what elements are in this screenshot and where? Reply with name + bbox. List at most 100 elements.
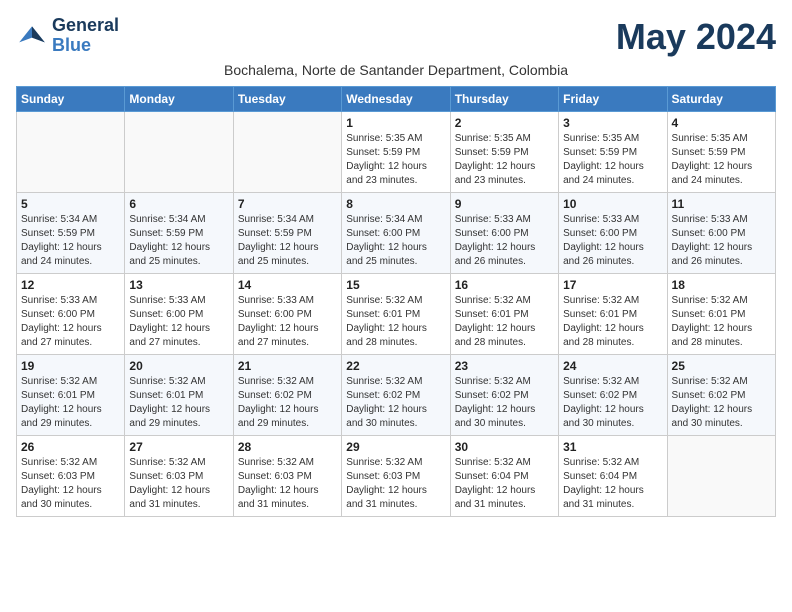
day-info: Sunrise: 5:32 AMSunset: 6:01 PMDaylight:… (455, 294, 554, 350)
day-number: 30 (455, 440, 554, 454)
calendar-week-row: 19 Sunrise: 5:32 AMSunset: 6:01 PMDayligh… (17, 355, 776, 436)
day-number: 6 (129, 197, 228, 211)
day-info: Sunrise: 5:35 AMSunset: 5:59 PMDaylight:… (455, 132, 554, 188)
day-number: 19 (21, 359, 120, 373)
logo: General Blue (16, 16, 119, 56)
day-info: Sunrise: 5:34 AMSunset: 5:59 PMDaylight:… (129, 213, 228, 269)
day-number: 16 (455, 278, 554, 292)
day-info: Sunrise: 5:32 AMSunset: 6:01 PMDaylight:… (346, 294, 445, 350)
table-row: 2 Sunrise: 5:35 AMSunset: 5:59 PMDaylight… (450, 112, 558, 193)
table-row: 11 Sunrise: 5:33 AMSunset: 6:00 PMDayligh… (667, 193, 775, 274)
day-info: Sunrise: 5:33 AMSunset: 6:00 PMDaylight:… (21, 294, 120, 350)
table-row: 19 Sunrise: 5:32 AMSunset: 6:01 PMDayligh… (17, 355, 125, 436)
table-row: 8Sunrise: 5:34 AMSunset: 6:00 PMDaylight… (342, 193, 450, 274)
day-info: Sunrise: 5:32 AMSunset: 6:01 PMDaylight:… (563, 294, 662, 350)
day-info: Sunrise: 5:32 AMSunset: 6:03 PMDaylight:… (238, 456, 337, 512)
day-info: Sunrise: 5:34 AMSunset: 5:59 PMDaylight:… (238, 213, 337, 269)
table-row: 21Sunrise: 5:32 AMSunset: 6:02 PMDayligh… (233, 355, 341, 436)
table-row: 27Sunrise: 5:32 AMSunset: 6:03 PMDayligh… (125, 436, 233, 517)
day-number: 1 (346, 116, 445, 130)
day-number: 31 (563, 440, 662, 454)
table-row: 12 Sunrise: 5:33 AMSunset: 6:00 PMDayligh… (17, 274, 125, 355)
day-info: Sunrise: 5:32 AMSunset: 6:04 PMDaylight:… (455, 456, 554, 512)
table-row: 24Sunrise: 5:32 AMSunset: 6:02 PMDayligh… (559, 355, 667, 436)
table-row: 18 Sunrise: 5:32 AMSunset: 6:01 PMDayligh… (667, 274, 775, 355)
calendar-header-row: Sunday Monday Tuesday Wednesday Thursday… (17, 87, 776, 112)
table-row: 22Sunrise: 5:32 AMSunset: 6:02 PMDayligh… (342, 355, 450, 436)
header-thursday: Thursday (450, 87, 558, 112)
table-row: 25 Sunrise: 5:32 AMSunset: 6:02 PMDayligh… (667, 355, 775, 436)
table-row: 3 Sunrise: 5:35 AMSunset: 5:59 PMDaylight… (559, 112, 667, 193)
day-info: Sunrise: 5:32 AMSunset: 6:01 PMDaylight:… (21, 375, 120, 431)
day-number: 18 (672, 278, 771, 292)
calendar-week-row: 1 Sunrise: 5:35 AMSunset: 5:59 PMDaylight… (17, 112, 776, 193)
day-number: 2 (455, 116, 554, 130)
day-number: 14 (238, 278, 337, 292)
day-number: 3 (563, 116, 662, 130)
table-row: 28Sunrise: 5:32 AMSunset: 6:03 PMDayligh… (233, 436, 341, 517)
table-row (17, 112, 125, 193)
table-row: 9 Sunrise: 5:33 AMSunset: 6:00 PMDaylight… (450, 193, 558, 274)
day-number: 11 (672, 197, 771, 211)
table-row: 30 Sunrise: 5:32 AMSunset: 6:04 PMDayligh… (450, 436, 558, 517)
table-row: 31 Sunrise: 5:32 AMSunset: 6:04 PMDayligh… (559, 436, 667, 517)
day-number: 9 (455, 197, 554, 211)
table-row: 13 Sunrise: 5:33 AMSunset: 6:00 PMDayligh… (125, 274, 233, 355)
day-info: Sunrise: 5:35 AMSunset: 5:59 PMDaylight:… (346, 132, 445, 188)
table-row: 1 Sunrise: 5:35 AMSunset: 5:59 PMDaylight… (342, 112, 450, 193)
day-info: Sunrise: 5:32 AMSunset: 6:03 PMDaylight:… (346, 456, 445, 512)
day-number: 26 (21, 440, 120, 454)
day-info: Sunrise: 5:34 AMSunset: 5:59 PMDaylight:… (21, 213, 120, 269)
table-row: 20Sunrise: 5:32 AMSunset: 6:01 PMDayligh… (125, 355, 233, 436)
day-info: Sunrise: 5:33 AMSunset: 6:00 PMDaylight:… (672, 213, 771, 269)
header-saturday: Saturday (667, 87, 775, 112)
day-info: Sunrise: 5:32 AMSunset: 6:02 PMDaylight:… (346, 375, 445, 431)
day-info: Sunrise: 5:33 AMSunset: 6:00 PMDaylight:… (563, 213, 662, 269)
page-header: General Blue May 2024 (16, 16, 776, 58)
day-info: Sunrise: 5:32 AMSunset: 6:04 PMDaylight:… (563, 456, 662, 512)
header-monday: Monday (125, 87, 233, 112)
month-title: May 2024 (616, 16, 776, 58)
day-info: Sunrise: 5:34 AMSunset: 6:00 PMDaylight:… (346, 213, 445, 269)
day-number: 7 (238, 197, 337, 211)
table-row (233, 112, 341, 193)
table-row: 6 Sunrise: 5:34 AMSunset: 5:59 PMDaylight… (125, 193, 233, 274)
subtitle: Bochalema, Norte de Santander Department… (16, 62, 776, 78)
calendar-table: Sunday Monday Tuesday Wednesday Thursday… (16, 86, 776, 517)
table-row (667, 436, 775, 517)
table-row: 14 Sunrise: 5:33 AMSunset: 6:00 PMDayligh… (233, 274, 341, 355)
day-number: 13 (129, 278, 228, 292)
table-row: 29 Sunrise: 5:32 AMSunset: 6:03 PMDayligh… (342, 436, 450, 517)
day-number: 12 (21, 278, 120, 292)
calendar-week-row: 26 Sunrise: 5:32 AMSunset: 6:03 PMDayligh… (17, 436, 776, 517)
header-tuesday: Tuesday (233, 87, 341, 112)
day-info: Sunrise: 5:32 AMSunset: 6:03 PMDaylight:… (21, 456, 120, 512)
table-row: 16 Sunrise: 5:32 AMSunset: 6:01 PMDayligh… (450, 274, 558, 355)
day-info: Sunrise: 5:35 AMSunset: 5:59 PMDaylight:… (563, 132, 662, 188)
day-info: Sunrise: 5:33 AMSunset: 6:00 PMDaylight:… (129, 294, 228, 350)
table-row: 4Sunrise: 5:35 AMSunset: 5:59 PMDaylight… (667, 112, 775, 193)
table-row: 10Sunrise: 5:33 AMSunset: 6:00 PMDayligh… (559, 193, 667, 274)
day-number: 15 (346, 278, 445, 292)
day-number: 17 (563, 278, 662, 292)
day-info: Sunrise: 5:32 AMSunset: 6:02 PMDaylight:… (672, 375, 771, 431)
table-row: 15 Sunrise: 5:32 AMSunset: 6:01 PMDayligh… (342, 274, 450, 355)
day-info: Sunrise: 5:32 AMSunset: 6:01 PMDaylight:… (672, 294, 771, 350)
day-number: 24 (563, 359, 662, 373)
day-number: 5 (21, 197, 120, 211)
day-number: 4 (672, 116, 771, 130)
day-number: 25 (672, 359, 771, 373)
table-row: 7 Sunrise: 5:34 AMSunset: 5:59 PMDaylight… (233, 193, 341, 274)
day-info: Sunrise: 5:33 AMSunset: 6:00 PMDaylight:… (238, 294, 337, 350)
day-info: Sunrise: 5:33 AMSunset: 6:00 PMDaylight:… (455, 213, 554, 269)
table-row (125, 112, 233, 193)
table-row: 5 Sunrise: 5:34 AMSunset: 5:59 PMDaylight… (17, 193, 125, 274)
day-number: 29 (346, 440, 445, 454)
calendar-week-row: 5 Sunrise: 5:34 AMSunset: 5:59 PMDaylight… (17, 193, 776, 274)
day-info: Sunrise: 5:32 AMSunset: 6:01 PMDaylight:… (129, 375, 228, 431)
logo-text: General Blue (52, 16, 119, 56)
table-row: 17 Sunrise: 5:32 AMSunset: 6:01 PMDayligh… (559, 274, 667, 355)
logo-icon (16, 20, 48, 52)
header-friday: Friday (559, 87, 667, 112)
day-number: 21 (238, 359, 337, 373)
